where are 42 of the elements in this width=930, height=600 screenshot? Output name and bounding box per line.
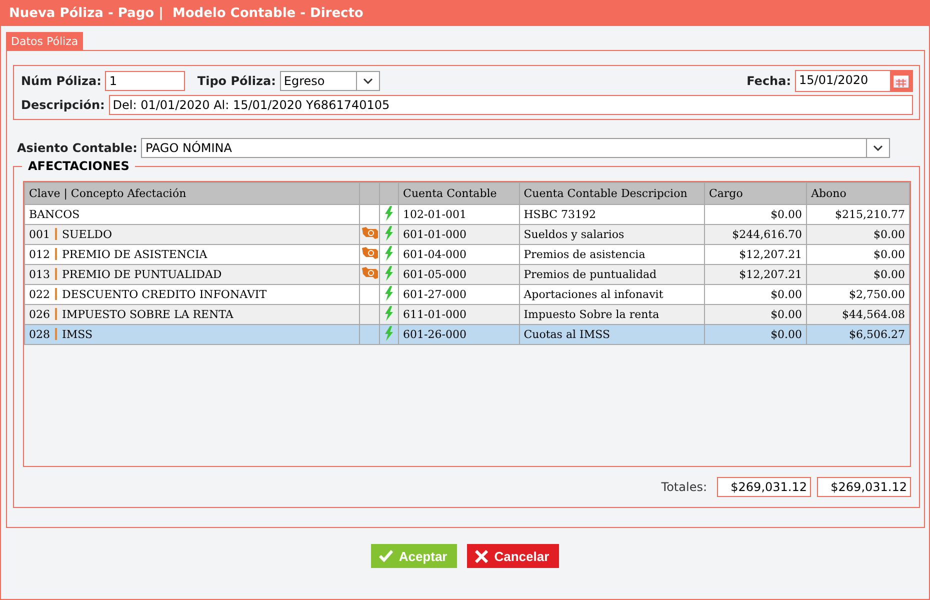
column-header[interactable]: Clave | Concepto Afectación bbox=[24, 182, 360, 204]
column-header[interactable] bbox=[380, 182, 399, 204]
calendar-icon[interactable] bbox=[890, 71, 912, 91]
lightning-icon bbox=[384, 246, 394, 260]
lightning-icon bbox=[384, 266, 394, 280]
money-bill-icon bbox=[360, 226, 379, 240]
table-cell: Cuotas al IMSS bbox=[519, 324, 704, 344]
cancel-button[interactable]: Cancelar bbox=[467, 544, 560, 568]
lightning-icon bbox=[384, 226, 394, 240]
lightning-icon bbox=[384, 306, 394, 320]
check-icon bbox=[378, 550, 393, 562]
input-field[interactable]: Del: 01/01/2020 Al: 15/01/2020 Y6861740105 bbox=[108, 95, 913, 115]
table-cell: $0.00 bbox=[704, 324, 807, 344]
date-field[interactable]: 15/01/2020 bbox=[795, 70, 913, 92]
lightning-icon bbox=[384, 286, 394, 300]
money-bill-icon bbox=[360, 266, 379, 280]
field-label: Núm Póliza: bbox=[21, 74, 102, 88]
total-field: $269,031.12 bbox=[817, 477, 911, 497]
column-header[interactable]: Abono bbox=[806, 182, 910, 204]
field-label: Fecha: bbox=[746, 74, 791, 88]
lightning-icon bbox=[384, 326, 394, 340]
input-field[interactable]: 1 bbox=[105, 71, 186, 91]
dropdown[interactable]: Egreso bbox=[280, 71, 380, 91]
dropdown[interactable]: PAGO NÓMINA bbox=[141, 138, 890, 158]
lightning-icon bbox=[384, 206, 394, 220]
column-header[interactable]: Cuenta Contable Descripcion bbox=[519, 182, 704, 204]
chevron-down-icon bbox=[873, 145, 883, 151]
table-cell: 601-26-000 bbox=[398, 324, 520, 344]
table-cell: $6,506.27 bbox=[806, 324, 910, 344]
chevron-down-icon bbox=[362, 78, 373, 84]
field-label: Descripción: bbox=[21, 98, 105, 112]
section-title: AFECTACIONES bbox=[22, 159, 136, 173]
close-icon bbox=[475, 550, 488, 562]
field-label: Tipo Póliza: bbox=[197, 74, 276, 88]
field-label: Asiento Contable: bbox=[17, 141, 138, 155]
column-header[interactable]: Cargo bbox=[704, 182, 807, 204]
window-title: Nueva Póliza - Pago | Modelo Contable - Directo bbox=[1, 0, 929, 26]
column-header[interactable] bbox=[359, 182, 380, 204]
table-cell: 028 IMSS bbox=[24, 324, 360, 344]
column-header[interactable]: Cuenta Contable bbox=[398, 182, 520, 204]
totals-label: Totales: bbox=[661, 480, 707, 494]
total-field: $269,031.12 bbox=[717, 477, 811, 497]
